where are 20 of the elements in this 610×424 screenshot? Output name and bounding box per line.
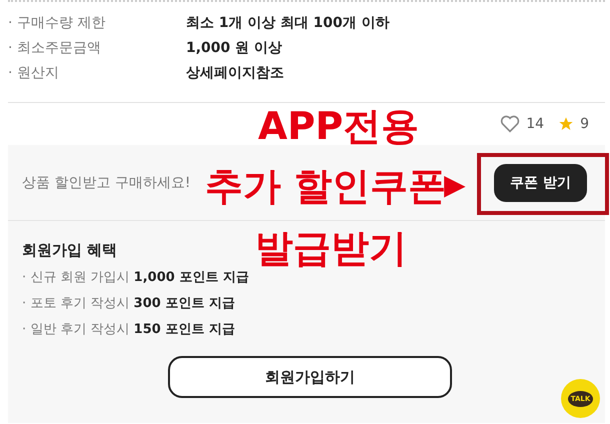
info-value: 1,000 원 이상 [186, 38, 282, 56]
info-value: 최소 1개 이상 최대 100개 이하 [186, 14, 390, 32]
benefit-item: · 일반 후기 작성시 150 포인트 지급 [22, 321, 235, 339]
heart-icon[interactable] [500, 115, 520, 133]
benefit-item: · 포토 후기 작성시 300 포인트 지급 [22, 295, 235, 313]
info-label: · 최소주문금액 [8, 38, 102, 56]
signup-button[interactable]: 회원가입하기 [168, 356, 452, 398]
info-label: · 원산지 [8, 64, 60, 82]
info-label: · 구매수량 제한 [8, 14, 106, 32]
info-value: 상세페이지참조 [186, 64, 284, 82]
star-icon [558, 116, 574, 132]
rating-count: 9 [580, 116, 589, 132]
coupon-text: 상품 할인받고 구매하세요! [22, 174, 191, 192]
coupon-button[interactable]: 쿠폰 받기 [494, 164, 587, 202]
arrow-icon: ▶ [444, 171, 466, 199]
benefit-item: · 신규 회원 가입시 1,000 포인트 지급 [22, 269, 249, 287]
annotation-text: APP전용 [258, 107, 420, 145]
benefit-title: 회원가입 혜택 [22, 241, 118, 260]
like-count: 14 [526, 116, 544, 132]
annotation-text: 발급받기 [255, 229, 407, 267]
